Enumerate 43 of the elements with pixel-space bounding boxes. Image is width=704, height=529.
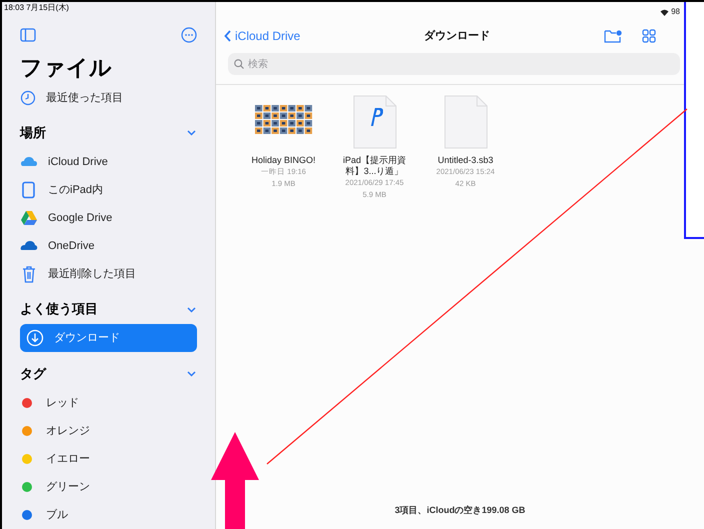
- sidebar-title: ファイル: [20, 54, 113, 82]
- search-icon: [234, 59, 244, 69]
- file-name[interactable]: Untitled-3.sb3: [428, 155, 502, 166]
- status-time: 18:03 7月15日(木): [4, 2, 69, 14]
- nav-title: ダウンロード: [424, 28, 490, 44]
- sidebar-item[interactable]: グリーン: [20, 473, 197, 501]
- battery-percent: 98: [671, 6, 680, 18]
- sidebar-toggle-icon[interactable]: [20, 28, 36, 42]
- section-heading: よく使う項目: [20, 300, 98, 318]
- sidebar-item[interactable]: 最近使った項目: [20, 84, 197, 112]
- sidebar-item[interactable]: このiPad内: [20, 176, 197, 204]
- sidebar-item[interactable]: オレンジ: [20, 417, 197, 445]
- more-icon[interactable]: [181, 27, 197, 44]
- storage-summary: 3項目、iCloudの空き199.08 GB: [394, 505, 526, 515]
- new-folder-icon[interactable]: [604, 29, 622, 43]
- search-field[interactable]: 検索: [228, 53, 680, 75]
- sidebar-item[interactable]: Google Drive: [20, 204, 197, 232]
- sidebar-item[interactable]: 最近削除した項目: [20, 260, 197, 288]
- triangle-logo-icon: [20, 208, 38, 227]
- sidebar-item[interactable]: OneDrive: [20, 232, 197, 260]
- trash-icon: [20, 264, 38, 283]
- wifi-icon: [660, 8, 670, 16]
- clock-icon: [20, 90, 36, 106]
- grid-view-icon[interactable]: [642, 29, 656, 43]
- back-button[interactable]: iCloud Drive: [224, 27, 300, 45]
- tablet-icon: [20, 180, 38, 199]
- sidebar-item[interactable]: iCloud Drive: [20, 148, 197, 176]
- chevron-down-icon[interactable]: [186, 128, 197, 138]
- sidebar-item[interactable]: イエロー: [20, 445, 197, 473]
- chevron-down-icon[interactable]: [186, 304, 197, 314]
- arrow-icon: [211, 432, 259, 529]
- sidebar-item[interactable]: ブル: [20, 501, 197, 529]
- sidebar-item[interactable]: ダウンロード: [20, 324, 197, 352]
- chevron-left-icon: [224, 30, 231, 42]
- file-name[interactable]: iPad【提示用資料】3...り遁」: [338, 155, 412, 177]
- document-icon: [444, 95, 488, 149]
- section-heading: 場所: [20, 124, 46, 142]
- download-icon: [26, 329, 44, 348]
- section-heading: タグ: [20, 364, 46, 383]
- document-icon: [352, 95, 396, 149]
- sidebar-item[interactable]: レッド: [20, 389, 197, 417]
- file-name[interactable]: Holiday BINGO!: [246, 155, 320, 166]
- chevron-down-icon[interactable]: [186, 369, 197, 378]
